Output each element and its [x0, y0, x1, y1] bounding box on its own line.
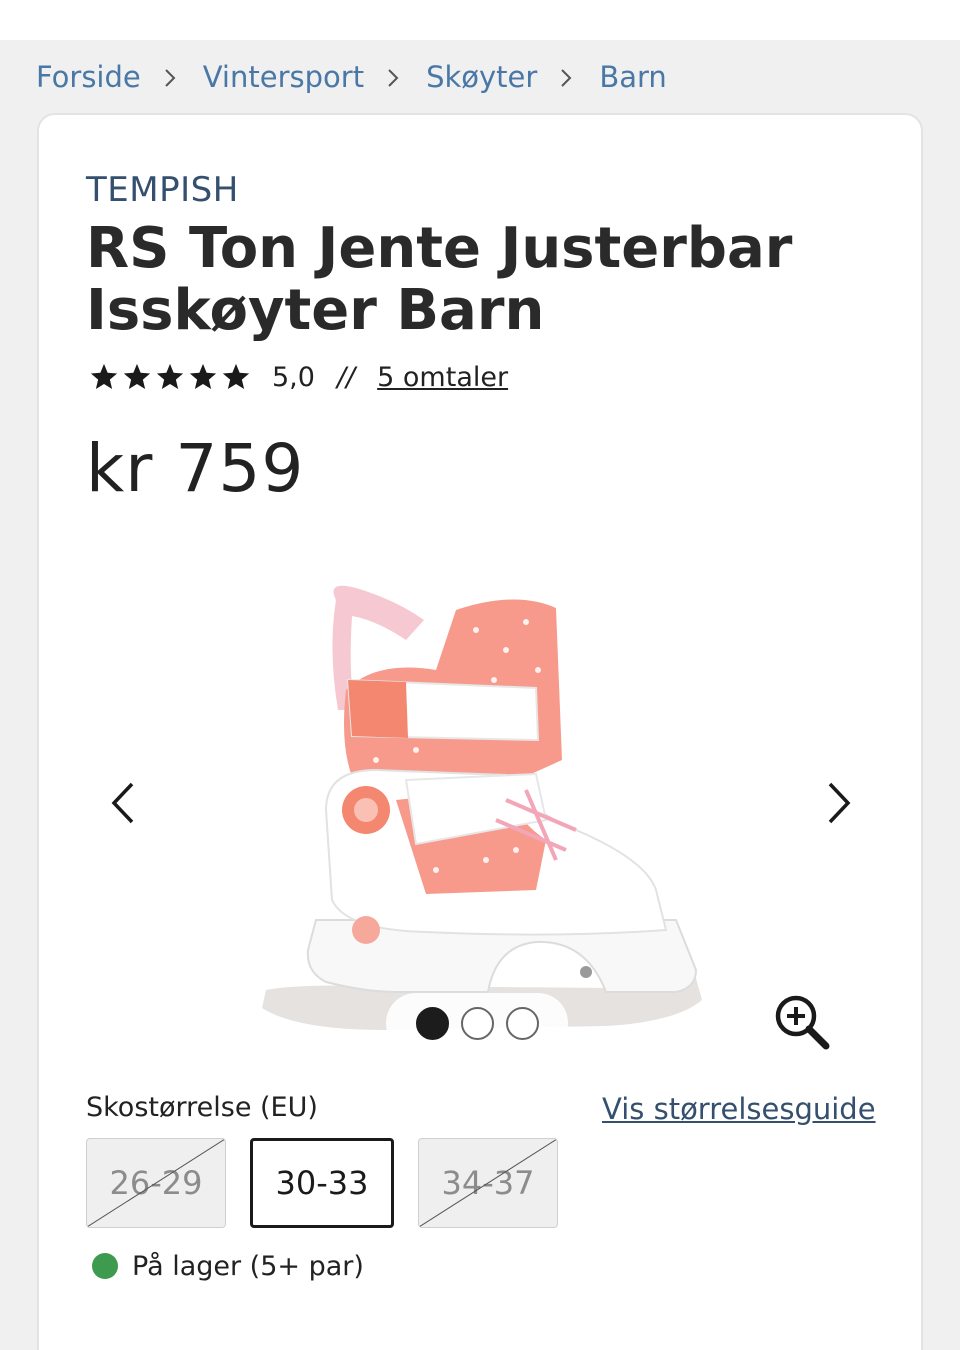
size-options: 26-29 30-33 34-37	[86, 1138, 558, 1228]
chevron-right-icon	[364, 62, 426, 92]
star-icon	[156, 363, 184, 389]
stock-label: På lager (5+ par)	[132, 1250, 364, 1282]
size-label: Skostørrelse (EU)	[86, 1092, 318, 1123]
reviews-link[interactable]: 5 omtaler	[377, 362, 508, 393]
gallery-dot-3[interactable]	[505, 1006, 539, 1040]
star-icon	[123, 363, 151, 389]
breadcrumb-barn[interactable]: Barn	[599, 60, 666, 94]
stock-status: På lager (5+ par)	[92, 1248, 364, 1284]
breadcrumb-skoyter[interactable]: Skøyter	[426, 60, 537, 94]
size-option-26-29[interactable]: 26-29	[86, 1138, 226, 1228]
in-stock-indicator-icon	[92, 1253, 118, 1279]
rating-row: 5,0 // 5 omtaler	[88, 357, 508, 397]
rating-separator: //	[336, 361, 356, 393]
star-icon	[222, 363, 250, 389]
star-icon	[189, 363, 217, 389]
product-title: RS Ton Jente Justerbar Isskøyter Barn	[86, 216, 793, 343]
gallery-dot-2[interactable]	[460, 1006, 494, 1040]
size-guide-link[interactable]: Vis størrelsesguide	[602, 1092, 876, 1126]
product-brand[interactable]: TEMPISH	[86, 170, 239, 210]
gallery-dot-1[interactable]	[415, 1006, 449, 1040]
size-option-label: 30-33	[275, 1164, 369, 1202]
size-option-34-37[interactable]: 34-37	[418, 1138, 558, 1228]
rating-stars	[88, 362, 252, 392]
breadcrumb-vintersport[interactable]: Vintersport	[203, 60, 364, 94]
chevron-right-icon	[537, 62, 599, 92]
image-gallery	[86, 540, 876, 1080]
product-price: kr 759	[86, 430, 305, 507]
chevron-right-icon[interactable]	[822, 780, 856, 830]
ice-skate-image[interactable]	[256, 560, 716, 1050]
rating-value: 5,0	[272, 361, 315, 393]
breadcrumb: Forside Vintersport Skøyter Barn	[36, 56, 667, 98]
breadcrumb-forside[interactable]: Forside	[36, 60, 141, 94]
zoom-in-icon[interactable]	[772, 992, 832, 1056]
unavailable-strike	[419, 1139, 557, 1227]
chevron-right-icon	[141, 62, 203, 92]
gallery-pagination	[386, 993, 568, 1053]
unavailable-strike	[87, 1139, 225, 1227]
chevron-left-icon[interactable]	[106, 780, 140, 830]
size-option-30-33[interactable]: 30-33	[250, 1138, 394, 1228]
star-icon	[90, 363, 118, 389]
